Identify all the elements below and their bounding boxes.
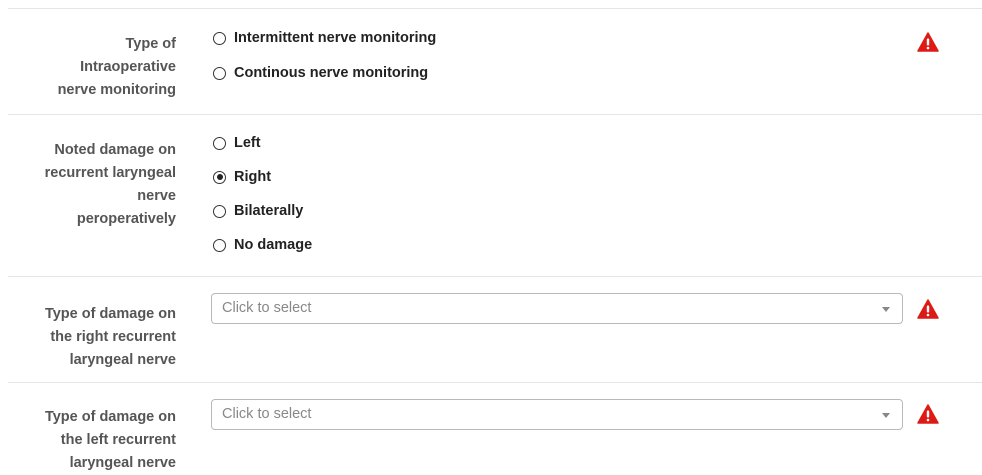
label-line: nerve [137,188,176,204]
label-line: recurrent laryngeal [44,165,176,181]
radio-option-label: Right [234,169,272,185]
radio-option-label: Left [234,135,261,151]
radio-option-label: Intermittent nerve monitoring [234,30,437,46]
exclamation-triangle-icon [917,299,939,319]
select-placeholder: Click to select [222,300,312,316]
right-damage-type-select[interactable]: Click to select [211,293,903,324]
radio-option-label: Continous nerve monitoring [234,65,429,81]
noted-damage-label: Noted damage on recurrent laryngeal nerv… [8,139,176,231]
radio-button[interactable] [213,170,226,184]
radio-button[interactable] [213,136,226,150]
label-line: Noted damage on [54,142,176,158]
left-damage-type-select[interactable]: Click to select [211,399,903,430]
caret-down-icon[interactable] [882,413,890,418]
right-damage-type-label: Type of damage on the right recurrent la… [8,303,176,372]
divider [8,114,982,115]
divider [8,382,982,383]
caret-down-icon[interactable] [882,307,890,312]
label-line: Type of damage on [44,306,176,322]
radio-option-left[interactable]: Left [213,133,261,153]
label-line: Intraoperative [80,59,176,75]
left-damage-type-label: Type of damage on the left recurrent lar… [8,406,176,475]
select-placeholder: Click to select [222,406,312,422]
radio-button[interactable] [213,66,226,80]
radio-option-no-damage[interactable]: No damage [213,235,312,255]
radio-button[interactable] [213,31,226,45]
radio-button[interactable] [213,238,226,252]
divider [8,276,982,277]
label-line: the right recurrent [50,329,176,345]
label-line: nerve monitoring [57,82,176,98]
label-line: laryngeal nerve [69,352,176,368]
radio-option-intermittent[interactable]: Intermittent nerve monitoring [213,28,436,48]
exclamation-triangle-icon [917,404,939,424]
label-line: the left recurrent [60,432,176,448]
radio-option-label: Bilaterally [234,203,304,219]
label-line: peroperatively [76,211,176,227]
divider [8,8,982,9]
label-line: Type of damage on [44,409,176,425]
monitoring-type-label: Type of Intraoperative nerve monitoring [8,33,176,102]
radio-option-label: No damage [234,237,313,253]
label-line: laryngeal nerve [69,455,176,471]
radio-option-bilaterally[interactable]: Bilaterally [213,201,303,221]
radio-option-continous[interactable]: Continous nerve monitoring [213,63,428,83]
label-line: Type of [125,36,176,52]
exclamation-triangle-icon [917,32,939,52]
radio-option-right[interactable]: Right [213,167,271,187]
radio-button[interactable] [213,204,226,218]
